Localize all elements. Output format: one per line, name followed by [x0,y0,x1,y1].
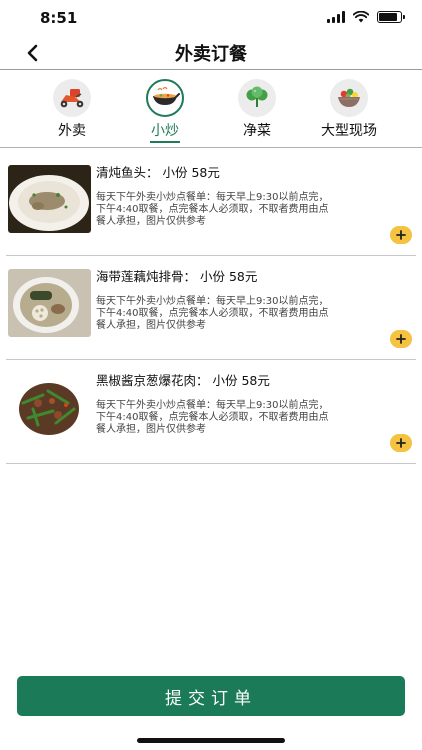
status-bar: 8:51 [0,0,422,36]
tab-active-indicator [150,141,180,143]
menu-item[interactable]: 黑椒酱京葱爆花肉： 小份 58元 每天下午外卖小炒点餐单：每天早上9:30以前点… [6,360,416,464]
dish-photo-scallion-pork [8,373,91,441]
plus-icon [396,334,406,344]
page-title: 外卖订餐 [175,44,247,65]
cellular-signal-icon [327,11,345,23]
add-to-cart-button[interactable] [390,330,412,348]
add-to-cart-button[interactable] [390,434,412,452]
tab-large-venue-label: 大型现场 [321,123,377,139]
dish-photo-lotus-rib-soup [8,269,91,337]
status-icons [327,11,405,23]
status-time: 8:51 [40,9,78,27]
tab-prepped-veg-label: 净菜 [243,123,271,139]
tab-large-venue[interactable]: 大型现场 [303,79,395,140]
category-tabs: 外卖 小炒 净菜 大型现场 [0,79,422,145]
submit-order-button[interactable]: 提交订单 [17,676,405,716]
vegetable-icon [238,79,276,117]
dish-description: 每天下午外卖小炒点餐单：每天早上9:30以前点完，下午4:40取餐，点完餐本人必… [96,296,329,331]
wifi-icon [353,11,369,23]
tab-prepped-veg[interactable]: 净菜 [211,79,303,140]
tab-takeout[interactable]: 外卖 [26,79,118,140]
add-to-cart-button[interactable] [390,226,412,244]
dish-description: 每天下午外卖小炒点餐单：每天早上9:30以前点完，下午4:40取餐，点完餐本人必… [96,400,329,435]
plus-icon [396,230,406,240]
home-indicator [137,738,285,743]
tab-stir-fry-label: 小炒 [151,123,179,139]
dish-name: 黑椒酱京葱爆花肉： 小份 58元 [96,373,270,388]
dish-description: 每天下午外卖小炒点餐单：每天早上9:30以前点完，下午4:40取餐，点完餐本人必… [96,192,329,227]
battery-icon [377,11,405,23]
wok-icon [146,79,184,117]
order-page: 8:51 外卖订餐 外卖 小炒 净菜 大型现场 清炖鱼头： 小份 58元 每天下… [0,0,422,750]
tab-stir-fry[interactable]: 小炒 [119,79,211,143]
salad-bowl-icon [330,79,368,117]
tab-takeout-label: 外卖 [58,123,86,139]
menu-item[interactable]: 海带莲藕炖排骨： 小份 58元 每天下午外卖小炒点餐单：每天早上9:30以前点完… [6,256,416,360]
scooter-icon [53,79,91,117]
menu-list: 清炖鱼头： 小份 58元 每天下午外卖小炒点餐单：每天早上9:30以前点完，下午… [6,152,416,464]
plus-icon [396,438,406,448]
nav-bar: 外卖订餐 [0,36,422,70]
menu-item[interactable]: 清炖鱼头： 小份 58元 每天下午外卖小炒点餐单：每天早上9:30以前点完，下午… [6,152,416,256]
dish-name: 清炖鱼头： 小份 58元 [96,165,220,180]
tabs-divider [0,147,422,148]
dish-photo-fish-head-soup [8,165,91,233]
dish-name: 海带莲藕炖排骨： 小份 58元 [96,269,258,284]
